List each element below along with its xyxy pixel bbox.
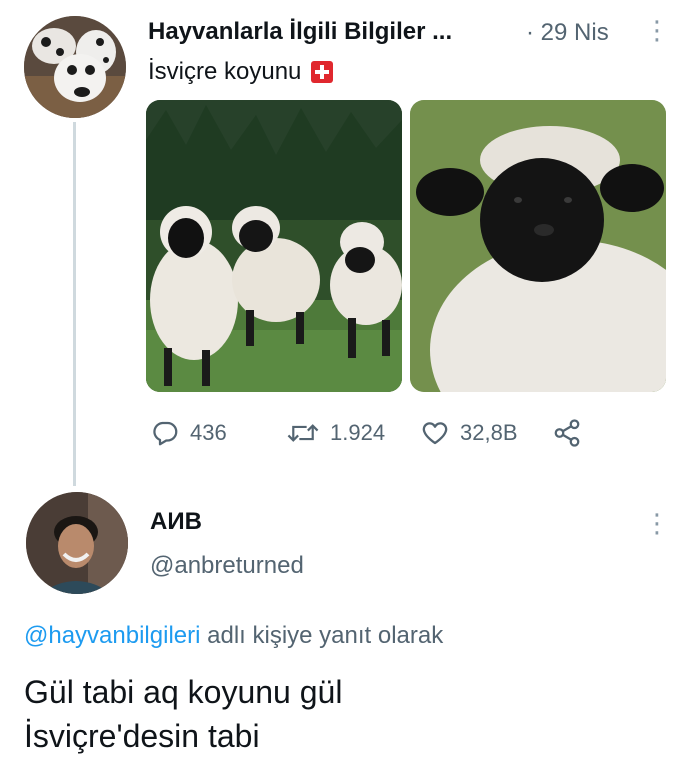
more-options-icon[interactable]: ⋮ [644, 17, 670, 43]
share-action[interactable] [552, 418, 582, 448]
reply-author-avatar[interactable] [26, 492, 128, 594]
reply-author-name[interactable]: AИB [150, 508, 202, 536]
reply-text-line2: İsviçre'desin tabi [24, 718, 260, 755]
tweet-text: İsviçre koyunu [148, 58, 302, 85]
reply-action[interactable]: 436 [150, 418, 227, 448]
share-icon [554, 419, 580, 447]
sheep-group-photo[interactable] [146, 100, 402, 392]
reply-text: Gül tabi aq koyunu gül İsviçre'desin tab… [24, 670, 342, 758]
retweet-icon [287, 424, 319, 442]
reply-text-line1: Gül tabi aq koyunu gül [24, 674, 343, 710]
reply-author-handle[interactable]: @anbreturned [150, 552, 304, 580]
tweet-author-name[interactable]: Hayvanlarla İlgili Bilgiler ... [148, 18, 452, 46]
reply-icon [153, 421, 178, 446]
dalmatian-dog-icon [24, 16, 126, 118]
replying-to-handle-link[interactable]: @hayvanbilgileri [24, 622, 200, 649]
retweet-action[interactable]: 1.924 [286, 418, 385, 448]
reply-more-options-icon[interactable]: ⋮ [644, 510, 670, 536]
like-action[interactable]: 32,8B [420, 418, 518, 448]
like-count: 32,8B [460, 420, 518, 445]
retweet-count: 1.924 [330, 420, 386, 445]
replying-to-line: @hayvanbilgileri adlı kişiye yanıt olara… [24, 622, 443, 650]
reply-count: 436 [190, 420, 227, 445]
tweet-date[interactable]: · 29 Nis [526, 19, 609, 47]
sheep-closeup-photo[interactable] [410, 100, 666, 392]
man-portrait-icon [26, 492, 128, 594]
replying-to-suffix: adlı kişiye yanıt olarak [200, 622, 444, 649]
heart-icon [422, 422, 448, 445]
swiss-flag-icon [311, 61, 334, 83]
author-avatar[interactable] [24, 16, 126, 118]
thread-connector-line [73, 122, 76, 486]
